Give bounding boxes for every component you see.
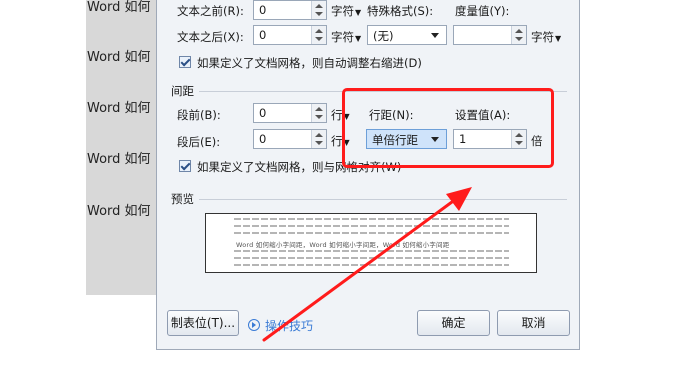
annotation-arrow-icon bbox=[262, 187, 472, 342]
